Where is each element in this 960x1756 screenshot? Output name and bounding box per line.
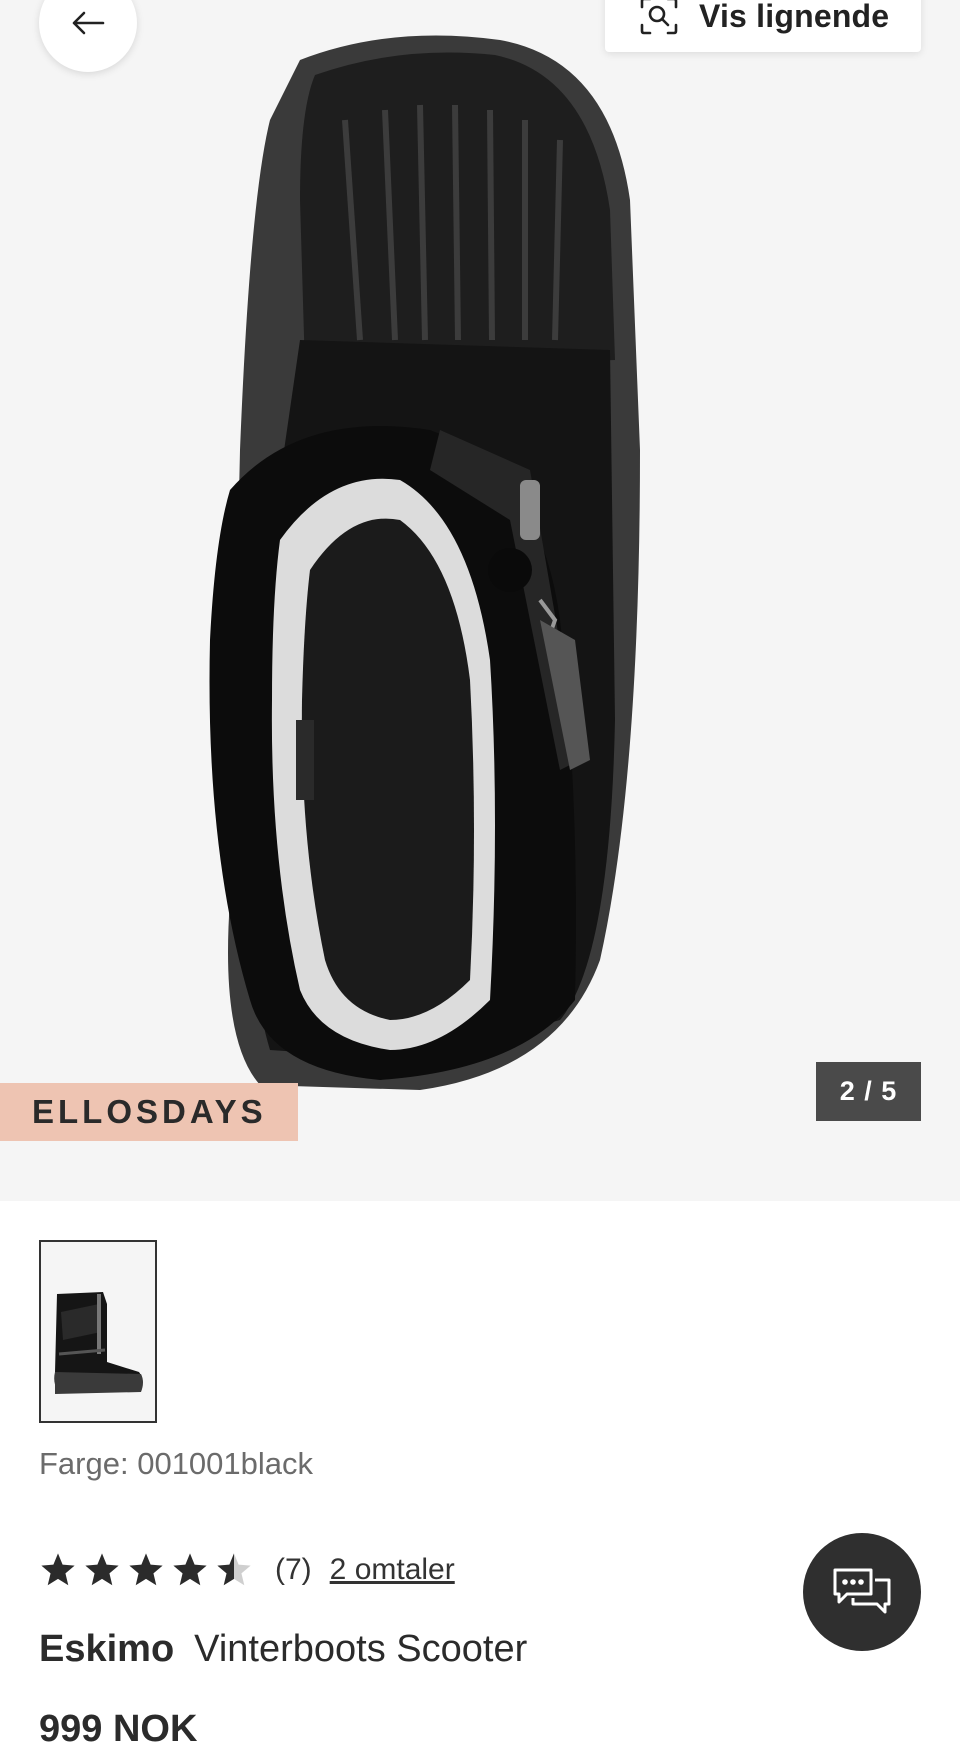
promo-badge: ELLOSDAYS (0, 1083, 298, 1141)
arrow-left-icon (72, 11, 105, 35)
product-name: Vinterboots Scooter (194, 1628, 528, 1670)
star-icon (41, 1553, 75, 1586)
visual-search-icon (640, 0, 678, 35)
rating-stars (39, 1551, 253, 1589)
thumbnail-image[interactable] (39, 1240, 157, 1423)
product-title: Eskimo Vinterboots Scooter (39, 1628, 527, 1671)
star-half-icon (217, 1553, 251, 1586)
image-counter: 2 / 5 (816, 1062, 921, 1121)
show-similar-button[interactable]: Vis lignende (605, 0, 921, 52)
chat-button[interactable] (803, 1533, 921, 1651)
boot-thumbnail (54, 1292, 143, 1394)
product-image (209, 35, 640, 1090)
product-image-gallery[interactable]: Vis lignende ELLOSDAYS 2 / 5 (0, 0, 960, 1201)
color-label: Farge: 001001black (39, 1446, 314, 1481)
star-icon (173, 1553, 207, 1586)
chat-bubbles-icon (833, 1568, 891, 1614)
product-brand: Eskimo (39, 1628, 175, 1670)
reviews-link[interactable]: 2 omtaler (330, 1553, 455, 1587)
product-price: 999 NOK (39, 1708, 198, 1750)
show-similar-label: Vis lignende (699, 0, 890, 34)
star-icon (129, 1553, 163, 1586)
rating-row: (7) 2 omtaler (39, 1545, 455, 1595)
star-icon (85, 1553, 119, 1586)
review-count: (7) (275, 1553, 312, 1586)
